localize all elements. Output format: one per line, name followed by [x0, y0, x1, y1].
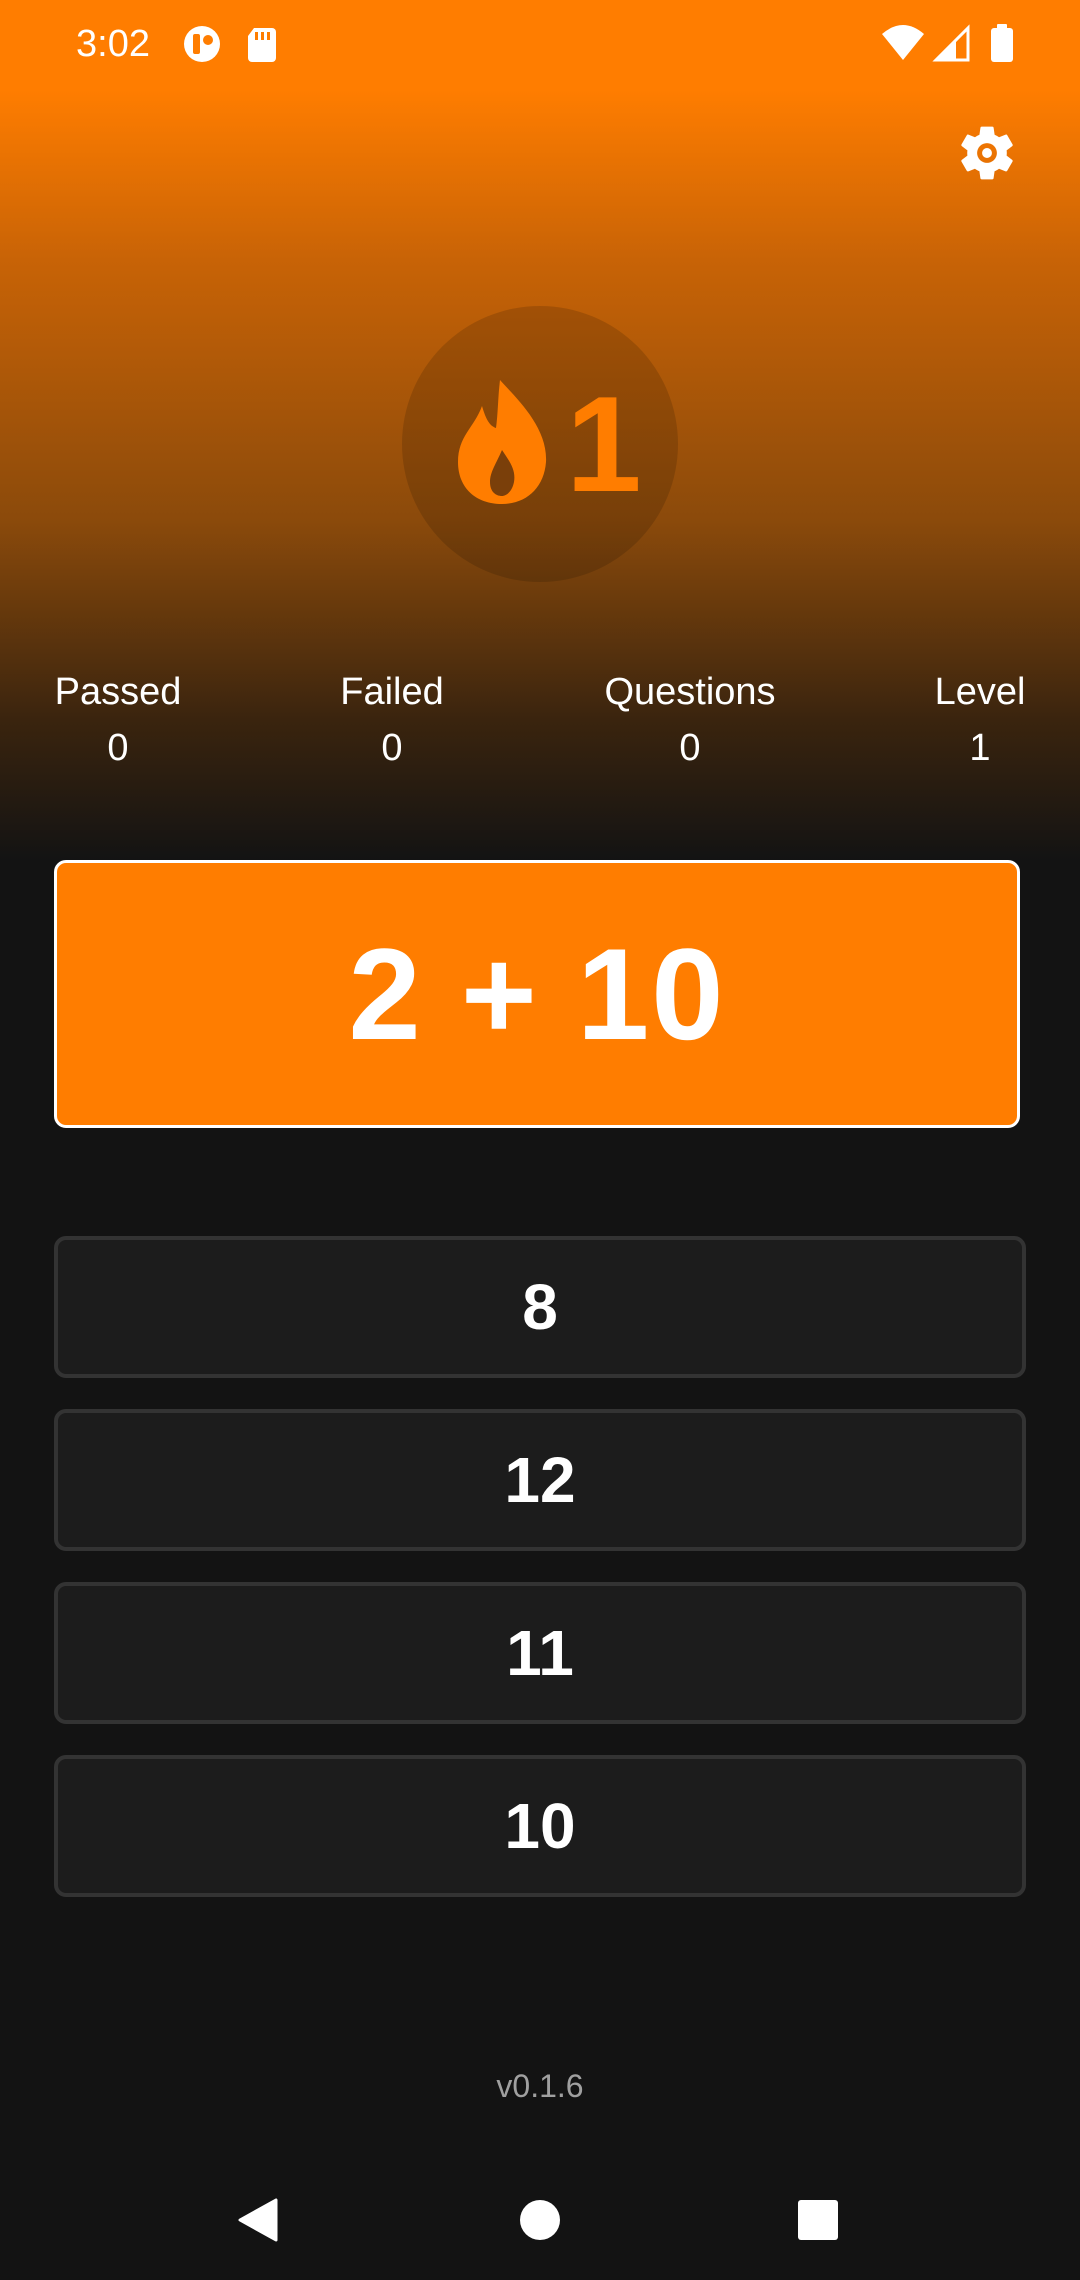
flame-icon — [456, 380, 548, 504]
stat-label: Passed — [54, 671, 182, 713]
version-label: v0.1.6 — [496, 2068, 584, 2104]
stat-value: 0 — [107, 727, 129, 769]
wifi-icon — [880, 22, 926, 66]
stat-failed: Failed 0 — [262, 664, 522, 776]
answer-label: 8 — [522, 1271, 558, 1343]
recents-icon — [797, 2199, 839, 2246]
home-icon — [518, 2198, 562, 2247]
sd-card-icon — [240, 22, 284, 66]
stat-label: Questions — [604, 671, 776, 713]
settings-button[interactable] — [944, 112, 1030, 198]
question-card: 2 + 10 — [54, 860, 1020, 1128]
cell-signal-icon — [930, 22, 974, 66]
app-indicator-icon — [180, 22, 224, 66]
answer-button[interactable]: 12 — [54, 1409, 1026, 1551]
answer-label: 12 — [504, 1444, 576, 1516]
home-button[interactable] — [500, 2182, 580, 2262]
back-button[interactable] — [220, 2182, 300, 2262]
gear-icon — [954, 120, 1020, 191]
navigation-bar — [0, 2160, 1080, 2280]
stat-label: Failed — [340, 671, 444, 713]
status-time: 3:02 — [76, 23, 150, 65]
question-text: 2 + 10 — [348, 921, 726, 1067]
stat-value: 0 — [679, 727, 701, 769]
battery-icon — [980, 22, 1024, 66]
recents-button[interactable] — [778, 2182, 858, 2262]
stat-value: 1 — [969, 727, 991, 769]
app-screen: 3:02 1 Passed 0 Failed 0 Questions 0 Lev… — [0, 0, 1080, 2280]
back-icon — [236, 2196, 284, 2249]
answer-button[interactable]: 8 — [54, 1236, 1026, 1378]
answer-label: 11 — [506, 1617, 574, 1689]
answer-label: 10 — [504, 1790, 576, 1862]
stat-passed: Passed 0 — [0, 664, 248, 776]
status-bar: 3:02 — [0, 0, 1080, 90]
answer-button[interactable]: 11 — [54, 1582, 1026, 1724]
stat-questions: Questions 0 — [560, 664, 820, 776]
streak-count: 1 — [566, 368, 642, 520]
answer-button[interactable]: 10 — [54, 1755, 1026, 1897]
stats-row: Passed 0 Failed 0 Questions 0 Level 1 — [0, 664, 1080, 784]
stat-value: 0 — [381, 727, 403, 769]
stat-label: Level — [934, 671, 1026, 713]
stat-level: Level 1 — [850, 664, 1080, 776]
